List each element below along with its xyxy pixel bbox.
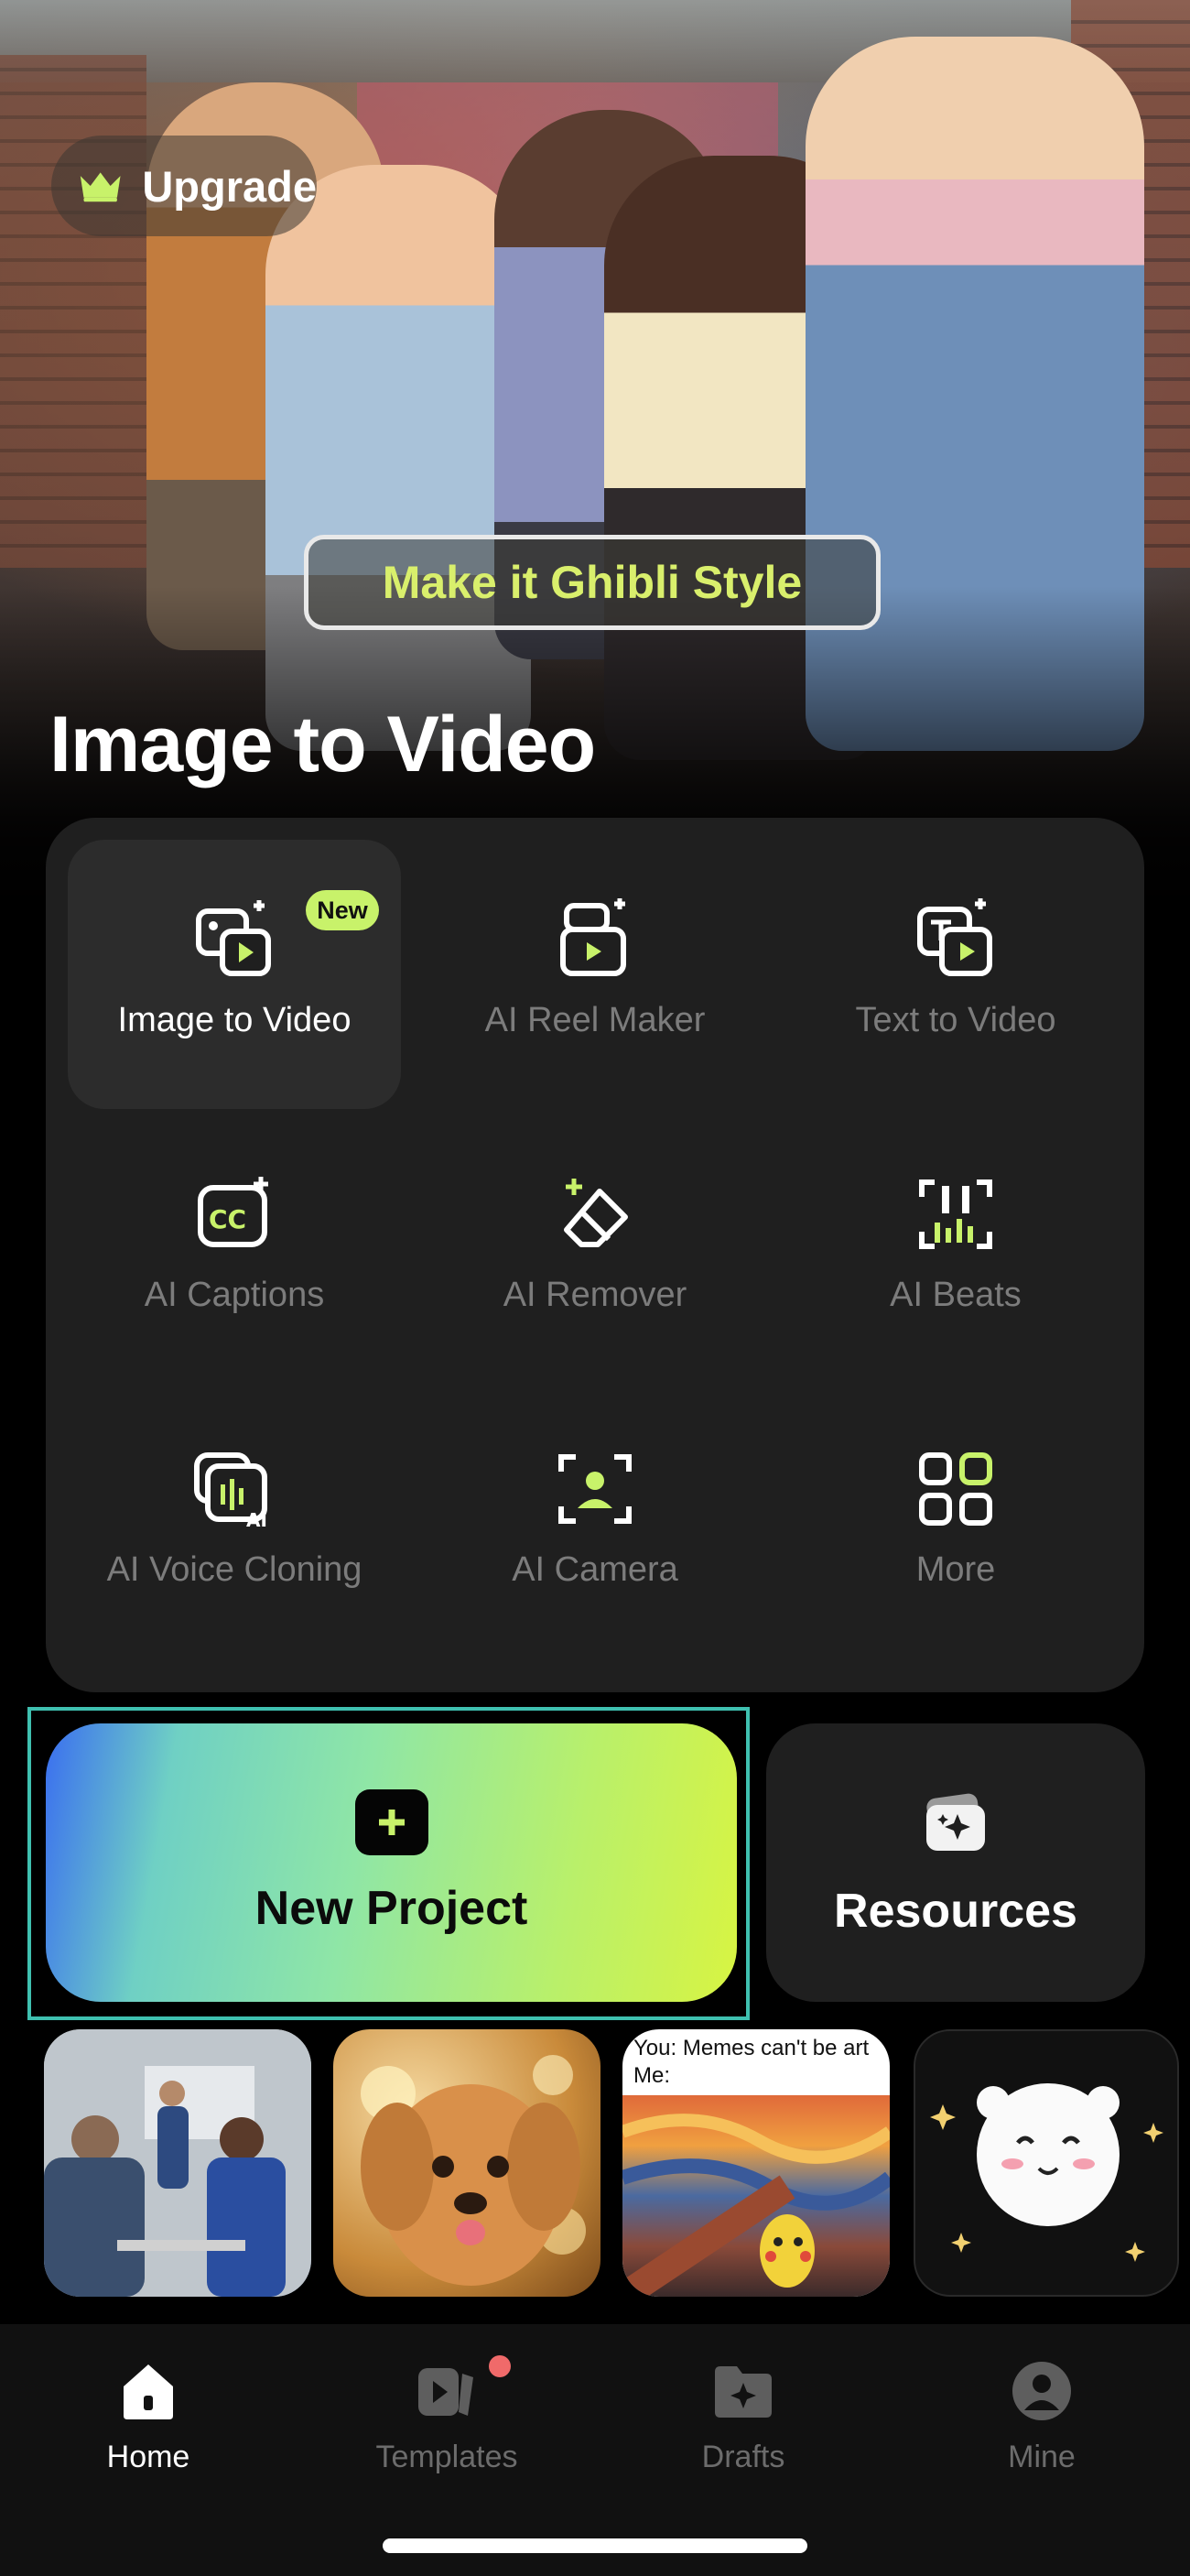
home-icon	[124, 2364, 173, 2419]
captions-icon: CC	[198, 1177, 268, 1247]
beats-icon	[919, 1179, 992, 1249]
upgrade-button[interactable]: Upgrade	[51, 136, 317, 236]
tool-label: Image to Video	[117, 1001, 352, 1039]
cartoon-character-image	[930, 2083, 1163, 2262]
tool-label: AI Captions	[144, 1276, 325, 1314]
grid-icon	[919, 1452, 992, 1526]
tool-label: More	[915, 1550, 996, 1589]
hero-brick-wall-left	[0, 55, 146, 568]
meme-caption: You: Memes can't be art Me:	[633, 2036, 870, 2088]
tool-label: AI Voice Cloning	[106, 1550, 362, 1589]
resources-label: Resources	[834, 1885, 1077, 1938]
templates-icon	[418, 2368, 473, 2416]
svg-text:AI: AI	[246, 1509, 267, 1530]
tool-label: Text to Video	[855, 1001, 1056, 1039]
tool-ai-voice-cloning[interactable]: AI AI Voice Cloning	[68, 1389, 401, 1658]
new-project-button[interactable]: New Project	[46, 1723, 737, 2002]
tab-home[interactable]: Home	[57, 2359, 240, 2475]
tool-ai-beats[interactable]: AI Beats	[789, 1114, 1122, 1384]
camera-icon	[558, 1454, 632, 1524]
tool-label: AI Beats	[890, 1276, 1022, 1314]
puppy-image	[361, 2055, 586, 2286]
tools-panel: Image to Video New AI Reel Maker Text to…	[46, 818, 1144, 1692]
tab-templates[interactable]: Templates	[355, 2355, 538, 2475]
notification-dot	[489, 2355, 511, 2377]
tool-label: AI Camera	[512, 1550, 678, 1589]
text-to-video-icon	[917, 898, 992, 976]
plus-icon	[354, 1789, 428, 1855]
eraser-icon	[564, 1179, 628, 1247]
template-thumbnail[interactable]	[914, 2029, 1179, 2297]
tab-drafts[interactable]: Drafts	[652, 2359, 835, 2475]
resources-button[interactable]: Resources	[766, 1723, 1145, 2002]
new-badge: New	[306, 890, 379, 930]
tool-ai-reel-maker[interactable]: AI Reel Maker	[428, 840, 762, 1109]
tool-label: AI Reel Maker	[484, 1001, 706, 1039]
home-indicator[interactable]	[383, 2538, 807, 2553]
upgrade-label: Upgrade	[142, 161, 317, 211]
tab-label: Mine	[1008, 2440, 1076, 2474]
new-project-label: New Project	[254, 1882, 528, 1935]
resources-icon	[926, 1793, 985, 1851]
crown-icon	[80, 172, 121, 202]
voice-cloning-icon: AI	[194, 1452, 267, 1530]
scream-painting-image	[622, 2095, 890, 2297]
page-title: Image to Video	[49, 701, 596, 788]
reel-maker-icon	[560, 898, 626, 976]
meeting-image	[44, 2029, 311, 2297]
ghibli-style-button[interactable]: Make it Ghibli Style	[304, 535, 881, 630]
profile-icon	[1012, 2362, 1071, 2420]
tab-label: Templates	[375, 2440, 518, 2474]
tool-ai-captions[interactable]: CC AI Captions	[68, 1114, 401, 1384]
tab-label: Home	[106, 2440, 190, 2474]
template-thumbnail[interactable]	[44, 2029, 311, 2297]
tool-text-to-video[interactable]: Text to Video	[789, 840, 1122, 1109]
svg-text:CC: CC	[209, 1204, 246, 1234]
template-thumbnail[interactable]	[333, 2029, 600, 2297]
image-to-video-icon	[196, 900, 271, 976]
template-thumbnail[interactable]: You: Memes can't be art Me:	[622, 2029, 890, 2297]
tab-mine[interactable]: Mine	[950, 2359, 1133, 2475]
tool-image-to-video[interactable]: Image to Video New	[68, 840, 401, 1109]
tool-ai-remover[interactable]: AI Remover	[428, 1114, 762, 1384]
tool-more[interactable]: More	[789, 1389, 1122, 1658]
tool-label: AI Remover	[503, 1276, 687, 1314]
tab-label: Drafts	[701, 2440, 785, 2474]
ghibli-style-label: Make it Ghibli Style	[382, 557, 803, 608]
tool-ai-camera[interactable]: AI Camera	[428, 1389, 762, 1658]
drafts-icon	[715, 2366, 772, 2418]
